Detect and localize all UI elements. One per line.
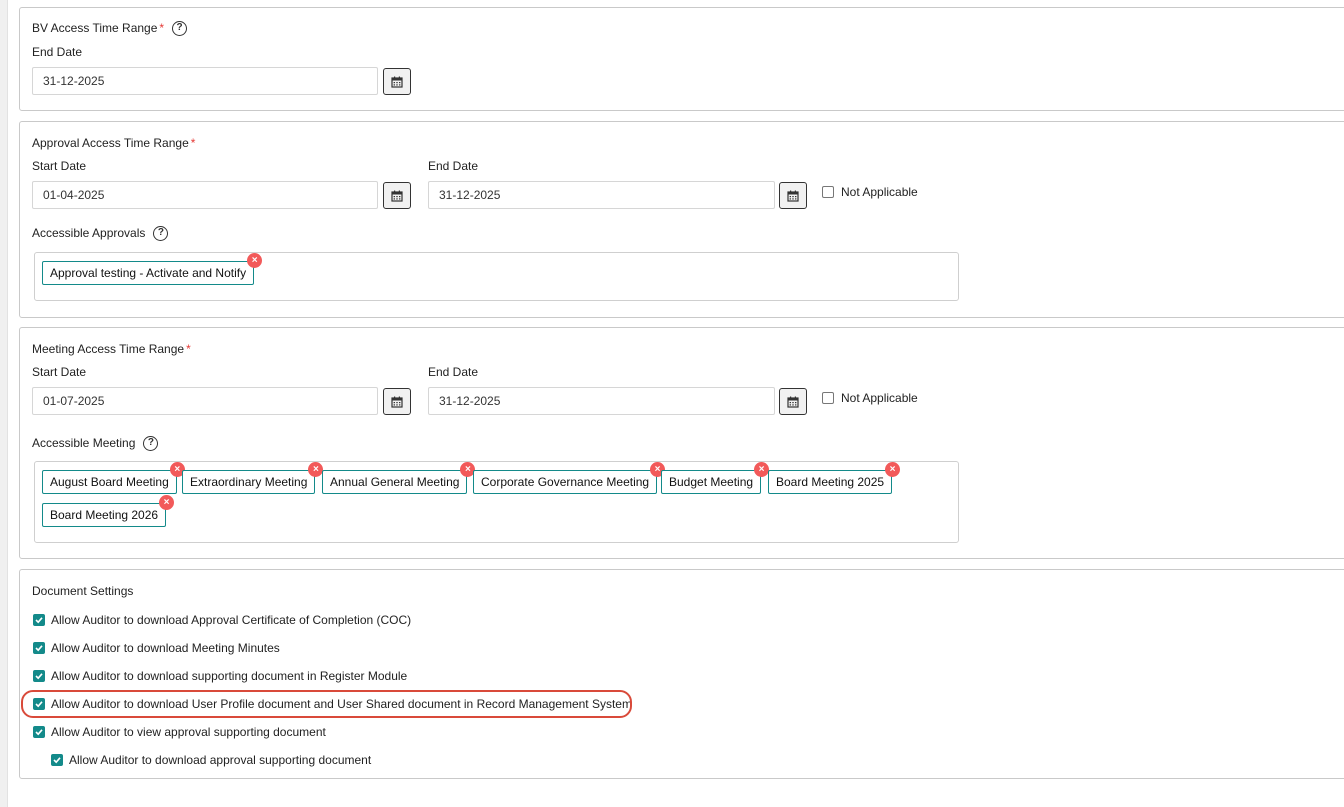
meeting-tag: August Board Meeting × xyxy=(42,462,185,494)
document-settings-title: Document Settings xyxy=(32,584,134,598)
bv-end-date-calendar-button[interactable] xyxy=(383,68,411,95)
calendar-icon xyxy=(787,396,799,408)
not-applicable-label: Not Applicable xyxy=(841,391,918,405)
approval-start-date-label: Start Date xyxy=(32,159,87,173)
meeting-start-date-label: Start Date xyxy=(32,365,87,379)
approval-end-date-calendar-button[interactable] xyxy=(779,182,807,209)
required-mark: * xyxy=(186,342,191,356)
tag-label: Board Meeting 2025 xyxy=(776,475,885,489)
tag-label: Extraordinary Meeting xyxy=(190,475,308,489)
meeting-access-section: Meeting Access Time Range* Start Date En… xyxy=(19,327,1344,559)
tag-label: August Board Meeting xyxy=(50,475,169,489)
checkmark-icon[interactable] xyxy=(51,754,63,766)
document-option-label: Allow Auditor to view approval supportin… xyxy=(51,725,326,739)
document-option-label: Allow Auditor to download User Profile d… xyxy=(51,697,632,711)
not-applicable-label: Not Applicable xyxy=(841,185,918,199)
document-sub-option[interactable]: Allow Auditor to download approval suppo… xyxy=(51,753,371,767)
close-icon[interactable]: × xyxy=(159,495,175,510)
tag-label: Budget Meeting xyxy=(669,475,754,489)
approval-end-date-label: End Date xyxy=(428,159,479,173)
document-option-label: Allow Auditor to download Meeting Minute… xyxy=(51,641,280,655)
close-icon[interactable]: × xyxy=(885,462,901,477)
approval-start-date-calendar-button[interactable] xyxy=(383,182,411,209)
not-applicable-checkbox[interactable] xyxy=(822,392,834,404)
approval-access-title: Approval Access Time Range * xyxy=(32,136,195,150)
document-option[interactable]: Allow Auditor to download supporting doc… xyxy=(33,669,407,683)
close-icon[interactable]: × xyxy=(247,253,263,268)
calendar-icon xyxy=(391,396,403,408)
document-option-label: Allow Auditor to download approval suppo… xyxy=(69,753,372,767)
section-title-text: Approval Access Time Range xyxy=(32,136,189,150)
calendar-icon xyxy=(391,76,403,88)
left-rail xyxy=(0,0,8,807)
document-settings-section: Document Settings Allow Auditor to downl… xyxy=(19,569,1344,779)
section-title-text: BV Access Time Range xyxy=(32,21,158,35)
accessible-approvals-text: Accessible Approvals xyxy=(32,226,146,240)
help-circle-icon[interactable]: ? xyxy=(172,21,188,37)
tag-label: Corporate Governance Meeting xyxy=(481,475,650,489)
document-option[interactable]: Allow Auditor to download User Profile d… xyxy=(33,697,632,711)
required-mark: * xyxy=(190,136,196,150)
bv-access-section: BV Access Time Range *? End Date xyxy=(19,7,1344,111)
close-icon[interactable]: × xyxy=(754,462,770,477)
meeting-tag: Budget Meeting × xyxy=(661,462,770,494)
calendar-icon xyxy=(787,190,799,202)
checkmark-icon[interactable] xyxy=(33,670,45,682)
bv-access-title: BV Access Time Range *? xyxy=(32,21,188,37)
accessible-meeting-text: Accessible Meeting xyxy=(32,436,136,450)
accessible-approvals-label: Accessible Approvals? xyxy=(32,226,169,242)
approval-end-date-input[interactable] xyxy=(428,181,775,209)
meeting-start-date-input[interactable] xyxy=(32,387,378,415)
section-title-text: Meeting Access Time Range xyxy=(32,342,185,356)
meeting-end-date-calendar-button[interactable] xyxy=(779,388,807,415)
help-circle-icon[interactable]: ? xyxy=(153,226,169,242)
help-circle-icon[interactable]: ? xyxy=(143,436,159,452)
meeting-not-applicable[interactable]: Not Applicable xyxy=(822,391,918,405)
tag-label: Board Meeting 2026 xyxy=(50,508,159,522)
document-option[interactable]: Allow Auditor to download Approval Certi… xyxy=(33,613,411,627)
tag-label: Approval testing - Activate and Notify xyxy=(50,266,247,280)
approval-start-date-input[interactable] xyxy=(32,181,378,209)
checkmark-icon[interactable] xyxy=(33,698,45,710)
meeting-access-title: Meeting Access Time Range * xyxy=(32,342,191,356)
approval-access-section: Approval Access Time Range* Start Date E… xyxy=(19,121,1344,318)
checkmark-icon[interactable] xyxy=(33,642,45,654)
not-applicable-checkbox[interactable] xyxy=(822,186,834,198)
accessible-meeting-label: Accessible Meeting? xyxy=(32,436,159,452)
document-option[interactable]: Allow Auditor to view approval supportin… xyxy=(33,725,326,739)
calendar-icon xyxy=(391,190,403,202)
accessible-approvals-box[interactable]: Approval testing - Activate and Notify × xyxy=(34,252,959,301)
document-option[interactable]: Allow Auditor to download Meeting Minute… xyxy=(33,641,280,655)
required-mark: * xyxy=(159,21,165,35)
meeting-tag: Corporate Governance Meeting × xyxy=(473,462,666,494)
checkmark-icon[interactable] xyxy=(33,614,45,626)
meeting-tag: Board Meeting 2026 × xyxy=(42,495,175,527)
meeting-tag: Extraordinary Meeting × xyxy=(182,462,324,494)
accessible-meeting-box[interactable]: August Board Meeting × Extraordinary Mee… xyxy=(34,461,959,543)
document-option-label: Allow Auditor to download Approval Certi… xyxy=(51,613,412,627)
meeting-start-date-calendar-button[interactable] xyxy=(383,388,411,415)
checkmark-icon[interactable] xyxy=(33,726,45,738)
document-option-label: Allow Auditor to download supporting doc… xyxy=(51,669,408,683)
meeting-end-date-input[interactable] xyxy=(428,387,775,415)
bv-end-date-label: End Date xyxy=(32,45,83,59)
bv-end-date-input[interactable] xyxy=(32,67,378,95)
approval-not-applicable[interactable]: Not Applicable xyxy=(822,185,918,199)
meeting-tag: Annual General Meeting × xyxy=(322,462,476,494)
tag-label: Annual General Meeting xyxy=(330,475,460,489)
approval-tag: Approval testing - Activate and Notify × xyxy=(42,253,263,285)
meeting-tag: Board Meeting 2025 × xyxy=(768,462,901,494)
meeting-end-date-label: End Date xyxy=(428,365,479,379)
